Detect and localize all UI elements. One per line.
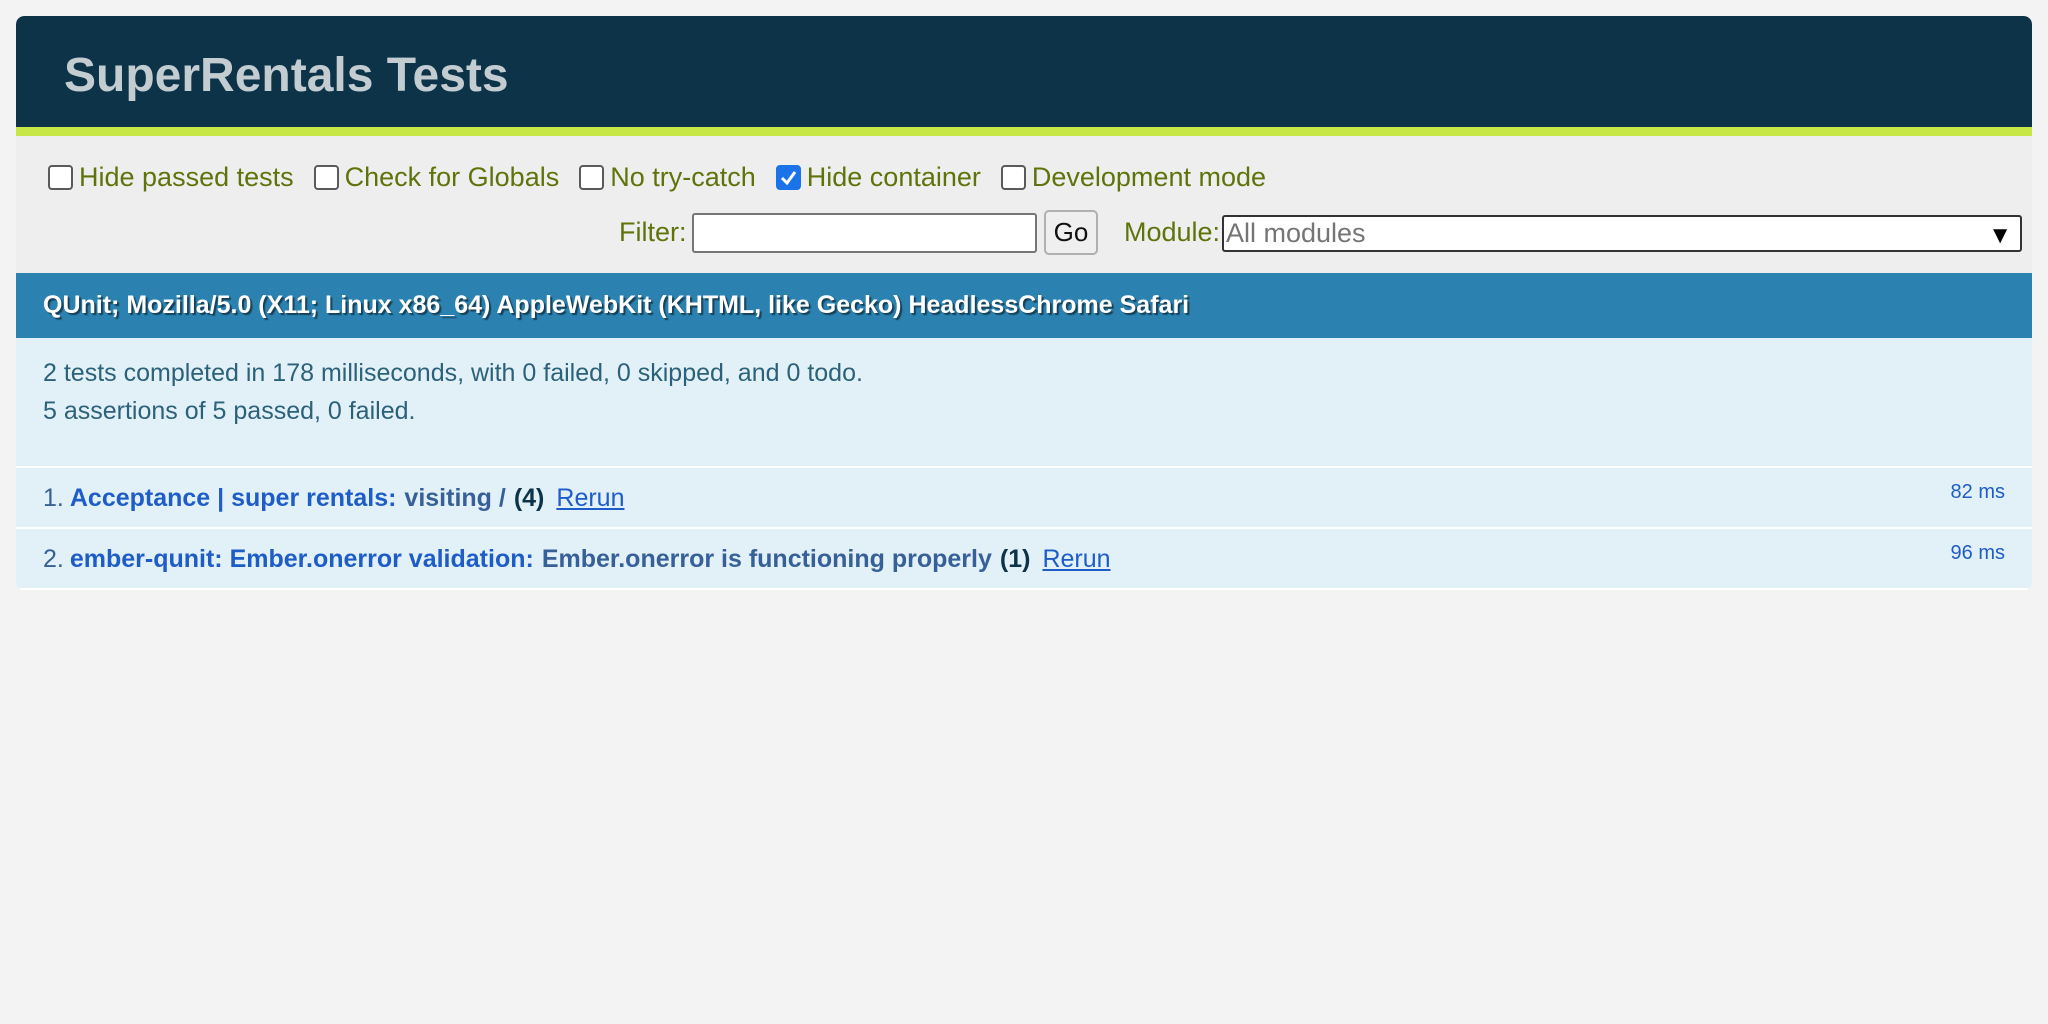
test-item[interactable]: 2. ember-qunit: Ember.onerror validation:…	[16, 529, 2032, 590]
rerun-link[interactable]: Rerun	[556, 484, 624, 512]
test-counts: (4)	[513, 484, 545, 512]
checkbox-box[interactable]	[313, 165, 339, 190]
test-counts: (1)	[999, 545, 1031, 573]
module-label: Module:	[1124, 217, 1221, 247]
checkbox-label: Development mode	[1031, 162, 1267, 192]
checkbox-box[interactable]	[48, 165, 73, 190]
go-button[interactable]: Go	[1044, 210, 1098, 255]
test-runtime: 82 ms	[1950, 481, 2005, 503]
development-mode-checkbox[interactable]: Development mode	[1000, 162, 1267, 193]
test-number: 1.	[43, 484, 64, 512]
no-try-catch-checkbox[interactable]: No try-catch	[579, 162, 756, 193]
checkmark-icon	[780, 171, 796, 186]
checkbox-box[interactable]	[775, 165, 801, 190]
hide-container-checkbox[interactable]: Hide container	[775, 162, 981, 193]
test-module-name[interactable]: Acceptance | super rentals:	[70, 484, 397, 512]
summary-line-tests: 2 tests completed in 178 milliseconds, w…	[43, 359, 863, 387]
config-checkboxes: Hide passed tests Check for Globals No t…	[48, 162, 1286, 193]
filter-input[interactable]	[692, 213, 1037, 253]
rerun-link[interactable]: Rerun	[1042, 545, 1110, 573]
test-module-name[interactable]: ember-qunit: Ember.onerror validation:	[70, 545, 534, 573]
module-select-value: All modules	[1226, 218, 1366, 248]
test-name[interactable]: Ember.onerror is functioning properly	[542, 545, 992, 573]
module-select[interactable]: All modules ▼	[1222, 215, 2022, 252]
test-name[interactable]: visiting /	[404, 484, 505, 512]
checkbox-label: Check for Globals	[344, 162, 560, 192]
test-list: 1. Acceptance | super rentals: visiting / (…	[16, 468, 2032, 590]
test-runtime: 96 ms	[1950, 542, 2005, 564]
qunit-toolbar: Hide passed tests Check for Globals No t…	[16, 136, 2032, 273]
checkbox-box[interactable]	[579, 165, 605, 190]
test-number: 2.	[43, 545, 64, 573]
summary-line-assertions: 5 assertions of 5 passed, 0 failed.	[43, 397, 416, 425]
qunit-container: SuperRentals Tests Hide passed tests Che…	[16, 16, 2032, 590]
check-globals-checkbox[interactable]: Check for Globals	[313, 162, 560, 193]
page-title: SuperRentals Tests	[16, 16, 2032, 136]
user-agent: QUnit; Mozilla/5.0 (X11; Linux x86_64) A…	[16, 273, 2032, 338]
hide-passed-checkbox[interactable]: Hide passed tests	[48, 162, 294, 193]
page-title-text: SuperRentals Tests	[64, 49, 509, 102]
filter-row: Filter: Go Module: All modules ▼	[16, 210, 2032, 258]
test-item[interactable]: 1. Acceptance | super rentals: visiting / (…	[16, 468, 2032, 529]
filter-label: Filter:	[619, 217, 687, 247]
checkbox-box[interactable]	[1000, 165, 1026, 190]
checkbox-label: No try-catch	[610, 162, 756, 192]
checkbox-label: Hide passed tests	[79, 162, 294, 192]
dropdown-arrow-icon: ▼	[1988, 222, 2012, 249]
test-result-summary: 2 tests completed in 178 milliseconds, w…	[16, 338, 2032, 468]
checkbox-label: Hide container	[806, 162, 981, 192]
